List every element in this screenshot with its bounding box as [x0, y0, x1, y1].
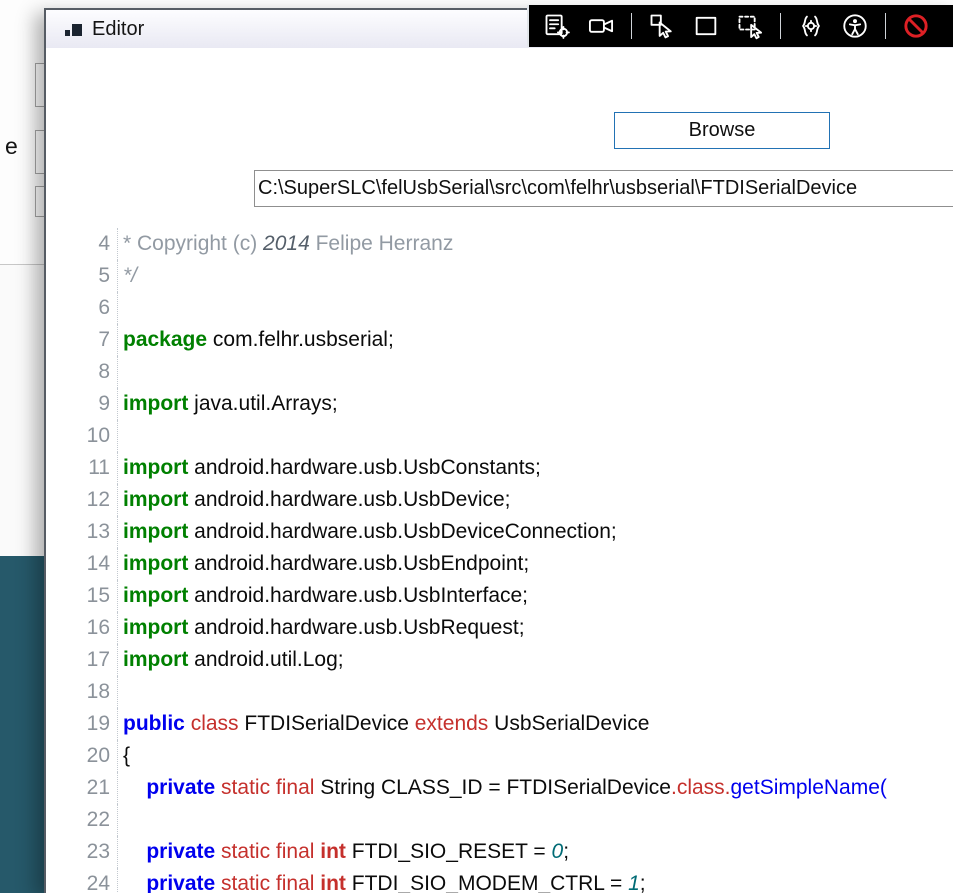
record-stop-icon[interactable]	[902, 12, 930, 40]
line-number: 9	[46, 388, 118, 420]
code-line: 5 */	[46, 260, 953, 292]
toolbar-divider	[885, 13, 886, 39]
line-number: 4	[46, 228, 118, 260]
line-number: 7	[46, 324, 118, 356]
code-line: 19 public class FTDISerialDevice extends …	[46, 708, 953, 740]
code-area[interactable]: 4 * Copyright (c) 2014 Felipe Herranz 5 */6…	[46, 228, 953, 893]
code-line: 21 private static final String CLASS_ID …	[46, 772, 953, 804]
line-number: 24	[46, 868, 118, 893]
line-number: 16	[46, 612, 118, 644]
detail-capture-icon[interactable]	[543, 12, 571, 40]
code-line: 24 private static final int FTDI_SIO_MOD…	[46, 868, 953, 893]
line-number: 18	[46, 676, 118, 708]
line-number: 15	[46, 580, 118, 612]
code-line: 22	[46, 804, 953, 836]
code-line: 11 import android.hardware.usb.UsbConstan…	[46, 452, 953, 484]
code-text: import android.hardware.usb.UsbRequest;	[123, 616, 525, 639]
gear-sync-icon[interactable]	[797, 12, 825, 40]
code-lines: 4 * Copyright (c) 2014 Felipe Herranz 5 */6…	[46, 228, 953, 893]
code-line: 15 import android.hardware.usb.UsbInterfa…	[46, 580, 953, 612]
code-line: 9 import java.util.Arrays;	[46, 388, 953, 420]
browse-button[interactable]: Browse	[614, 112, 830, 149]
path-input[interactable]	[254, 170, 953, 207]
code-line: 7 package com.felhr.usbserial;	[46, 324, 953, 356]
code-text: private static final int FTDI_SIO_RESET …	[146, 840, 570, 863]
line-number: 12	[46, 484, 118, 516]
background-partial-label: e	[5, 133, 18, 159]
code-text: public class FTDISerialDevice extends Us…	[123, 712, 650, 735]
code-line: 20{	[46, 740, 953, 772]
code-text: * Copyright (c) 2014 Felipe Herranz	[123, 232, 454, 255]
cursor-select-icon[interactable]	[648, 12, 676, 40]
line-number: 13	[46, 516, 118, 548]
code-line: 12 import android.hardware.usb.UsbDevice;	[46, 484, 953, 516]
code-line: 6	[46, 292, 953, 324]
code-text: import android.util.Log;	[123, 648, 344, 671]
code-line: 4 * Copyright (c) 2014 Felipe Herranz	[46, 228, 953, 260]
line-number: 22	[46, 804, 118, 836]
code-text: private static final int FTDI_SIO_MODEM_…	[146, 872, 646, 893]
editor-window: Editor Browse 4* Copyright (c) 2014 Feli…	[44, 8, 953, 893]
code-line: 14 import android.hardware.usb.UsbEndpoin…	[46, 548, 953, 580]
code-line: 18	[46, 676, 953, 708]
line-number: 11	[46, 452, 118, 484]
line-number: 6	[46, 292, 118, 324]
code-text: import android.hardware.usb.UsbDeviceCon…	[123, 520, 617, 543]
code-text: import android.hardware.usb.UsbEndpoint;	[123, 552, 530, 575]
code-text: */	[123, 264, 138, 287]
code-line: 17 import android.util.Log;	[46, 644, 953, 676]
code-text: import android.hardware.usb.UsbDevice;	[123, 488, 511, 511]
code-text: import java.util.Arrays;	[123, 392, 338, 415]
code-line: 23 private static final int FTDI_SIO_RES…	[46, 836, 953, 868]
line-number: 20	[46, 740, 118, 772]
video-camera-icon[interactable]	[587, 12, 615, 40]
editor-app-icon	[64, 19, 84, 39]
line-number: 5	[46, 260, 118, 292]
accessibility-icon[interactable]	[841, 12, 869, 40]
code-line: 13 import android.hardware.usb.UsbDeviceC…	[46, 516, 953, 548]
code-text: {	[123, 744, 131, 767]
line-number: 8	[46, 356, 118, 388]
capture-toolbar	[527, 5, 953, 47]
code-text: import android.hardware.usb.UsbConstants…	[123, 456, 541, 479]
code-text: private static final String CLASS_ID = F…	[146, 776, 887, 799]
editor-content: Browse 4* Copyright (c) 2014 Felipe Herr…	[46, 48, 953, 893]
line-number: 23	[46, 836, 118, 868]
code-text: import android.hardware.usb.UsbInterface…	[123, 584, 529, 607]
code-line: 10	[46, 420, 953, 452]
line-number: 19	[46, 708, 118, 740]
line-number: 10	[46, 420, 118, 452]
toolbar-divider	[780, 13, 781, 39]
line-number: 14	[46, 548, 118, 580]
rectangle-capture-icon[interactable]	[692, 12, 720, 40]
window-title: Editor	[92, 17, 145, 40]
line-number: 17	[46, 644, 118, 676]
code-text: package com.felhr.usbserial;	[123, 328, 394, 351]
cursor-region-icon[interactable]	[736, 12, 764, 40]
toolbar-divider	[631, 13, 632, 39]
line-number: 21	[46, 772, 118, 804]
code-line: 16 import android.hardware.usb.UsbRequest…	[46, 612, 953, 644]
code-line: 8	[46, 356, 953, 388]
